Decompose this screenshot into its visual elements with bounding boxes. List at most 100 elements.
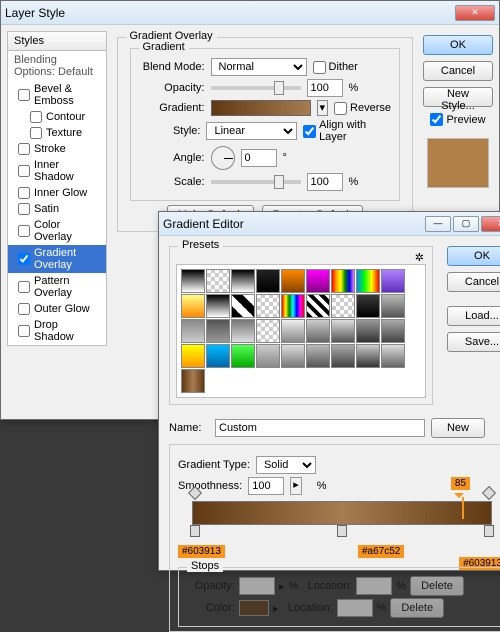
preset-swatch[interactable]: [206, 269, 230, 293]
style-option[interactable]: Inner Glow: [8, 185, 106, 201]
stop-color-location-input[interactable]: [337, 599, 373, 617]
style-option[interactable]: Contour: [8, 109, 106, 125]
stop-opacity-input[interactable]: [239, 577, 275, 595]
maximize-icon[interactable]: ▢: [453, 216, 479, 232]
tag-diamond: 85: [451, 477, 470, 490]
preset-swatch[interactable]: [331, 294, 355, 318]
preset-swatch[interactable]: [331, 344, 355, 368]
preset-swatch[interactable]: [381, 294, 405, 318]
editor-titlebar: Gradient Editor — ▢ ✕: [159, 212, 500, 236]
preset-swatch[interactable]: [306, 269, 330, 293]
style-option[interactable]: Outer Glow: [8, 301, 106, 317]
titlebar: Layer Style ✕: [1, 1, 499, 25]
dither-checkbox[interactable]: Dither: [313, 61, 358, 74]
chevron-right-icon[interactable]: ▸: [290, 477, 302, 495]
window-title: Layer Style: [5, 6, 455, 20]
preset-swatch[interactable]: [281, 269, 305, 293]
presets-grid: [176, 264, 426, 398]
close-icon[interactable]: ✕: [455, 5, 495, 21]
preset-swatch[interactable]: [281, 344, 305, 368]
style-option[interactable]: Satin: [8, 201, 106, 217]
tag-mid: #a67c52: [358, 545, 404, 558]
tag-left: #603913: [178, 545, 225, 558]
reverse-checkbox[interactable]: Reverse: [334, 102, 391, 115]
blending-options-header[interactable]: Blending Options: Default: [8, 51, 106, 81]
save-button[interactable]: Save...: [447, 332, 500, 352]
editor-cancel-button[interactable]: Cancel: [447, 272, 500, 292]
gradient-editor-window: Gradient Editor — ▢ ✕ Presets ✲ OK Cance…: [158, 211, 500, 571]
preset-swatch[interactable]: [256, 269, 280, 293]
style-option[interactable]: Stroke: [8, 141, 106, 157]
styles-sidebar: Styles Blending Options: Default Bevel &…: [7, 31, 107, 346]
gear-icon[interactable]: ✲: [415, 252, 424, 264]
gradient-type-select[interactable]: Solid: [256, 456, 316, 474]
preset-swatch[interactable]: [181, 369, 205, 393]
style-option[interactable]: Pattern Overlay: [8, 273, 106, 301]
preset-swatch[interactable]: [281, 294, 305, 318]
blend-mode-select[interactable]: Normal: [211, 58, 307, 76]
angle-input[interactable]: [241, 149, 277, 167]
preview-checkbox[interactable]: Preview: [430, 113, 485, 126]
preset-swatch[interactable]: [306, 294, 330, 318]
delete-color-stop-button[interactable]: Delete: [390, 598, 444, 618]
close-icon[interactable]: ✕: [481, 216, 500, 232]
angle-dial[interactable]: [211, 146, 235, 170]
style-option[interactable]: Drop Shadow: [8, 317, 106, 345]
preset-swatch[interactable]: [256, 319, 280, 343]
preset-swatch[interactable]: [231, 269, 255, 293]
cancel-button[interactable]: Cancel: [423, 61, 493, 81]
preset-swatch[interactable]: [206, 344, 230, 368]
style-option[interactable]: Bevel & Emboss: [8, 81, 106, 109]
preset-swatch[interactable]: [256, 344, 280, 368]
new-style-button[interactable]: New Style...: [423, 87, 493, 107]
preset-swatch[interactable]: [381, 269, 405, 293]
ok-button[interactable]: OK: [423, 35, 493, 55]
preset-swatch[interactable]: [381, 344, 405, 368]
minimize-icon[interactable]: —: [425, 216, 451, 232]
preset-swatch[interactable]: [181, 344, 205, 368]
style-option[interactable]: Texture: [8, 125, 106, 141]
preset-swatch[interactable]: [206, 319, 230, 343]
preset-swatch[interactable]: [356, 269, 380, 293]
style-select[interactable]: Linear: [206, 122, 297, 140]
preset-swatch[interactable]: [306, 344, 330, 368]
new-button[interactable]: New: [431, 418, 485, 438]
preset-swatch[interactable]: [231, 344, 255, 368]
opacity-slider[interactable]: [211, 86, 301, 90]
preset-swatch[interactable]: [356, 319, 380, 343]
preset-swatch[interactable]: [281, 319, 305, 343]
preset-swatch[interactable]: [356, 344, 380, 368]
preset-swatch[interactable]: [181, 269, 205, 293]
gradient-picker[interactable]: [211, 100, 311, 116]
stop-color-swatch[interactable]: [239, 600, 269, 616]
preset-swatch[interactable]: [331, 319, 355, 343]
chevron-down-icon[interactable]: ▾: [317, 100, 329, 116]
preset-swatch[interactable]: [381, 319, 405, 343]
editor-title: Gradient Editor: [163, 217, 425, 231]
editor-ok-button[interactable]: OK: [447, 246, 500, 266]
preset-swatch[interactable]: [331, 269, 355, 293]
gradient-strip[interactable]: [192, 501, 492, 525]
preset-swatch[interactable]: [231, 319, 255, 343]
preset-swatch[interactable]: [256, 294, 280, 318]
preset-swatch[interactable]: [356, 294, 380, 318]
scale-input[interactable]: [307, 173, 343, 191]
style-option[interactable]: Inner Shadow: [8, 157, 106, 185]
opacity-input[interactable]: [307, 79, 343, 97]
style-option[interactable]: Color Overlay: [8, 217, 106, 245]
style-option[interactable]: Gradient Overlay: [8, 245, 106, 273]
preset-swatch[interactable]: [231, 294, 255, 318]
preset-swatch[interactable]: [206, 294, 230, 318]
preset-swatch[interactable]: [181, 294, 205, 318]
preset-swatch[interactable]: [181, 319, 205, 343]
scale-slider[interactable]: [211, 180, 301, 184]
styles-tab[interactable]: Styles: [8, 32, 106, 51]
name-input[interactable]: [215, 419, 425, 437]
delete-opacity-stop-button[interactable]: Delete: [410, 576, 464, 596]
preview-swatch: [427, 138, 489, 188]
align-checkbox[interactable]: Align with Layer: [303, 119, 391, 143]
preset-swatch[interactable]: [306, 319, 330, 343]
load-button[interactable]: Load...: [447, 306, 500, 326]
smoothness-input[interactable]: [248, 477, 284, 495]
stop-location-input[interactable]: [356, 577, 392, 595]
